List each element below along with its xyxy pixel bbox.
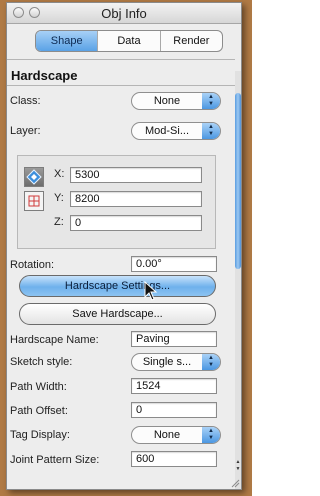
vertical-scrollbar[interactable]: ▲ ▼: [235, 71, 241, 489]
path-width-label: Path Width:: [10, 381, 67, 393]
path-width-value: 1524: [136, 380, 161, 392]
divider: [7, 59, 235, 60]
window-title: Obj Info: [101, 6, 147, 21]
title-bar[interactable]: Obj Info: [7, 3, 241, 24]
scroll-arrows-icon[interactable]: ▲ ▼: [235, 459, 241, 473]
layer-label: Layer:: [10, 125, 41, 137]
z-value: 0: [75, 217, 82, 229]
path-width-field[interactable]: 1524: [131, 378, 217, 394]
y-value: 8200: [75, 193, 100, 205]
popup-arrows-icon: ▲ ▼: [202, 427, 220, 443]
hardscape-settings-button[interactable]: Hardscape Settings...: [19, 275, 216, 297]
center-locus-icon[interactable]: [24, 167, 44, 187]
joint-pattern-size-label: Joint Pattern Size:: [10, 454, 100, 466]
save-hardscape-button[interactable]: Save Hardscape...: [19, 303, 216, 325]
sketch-style-label: Sketch style:: [10, 356, 73, 368]
resize-grip-icon[interactable]: [231, 479, 240, 488]
mouse-pointer-icon: [144, 281, 158, 301]
tab-data[interactable]: Data: [97, 31, 159, 51]
path-offset-value: 0: [136, 404, 143, 416]
tab-render[interactable]: Render: [159, 31, 222, 51]
scrollbar-thumb[interactable]: [235, 93, 241, 269]
sketch-style-popup[interactable]: Single s... ▲ ▼: [131, 353, 221, 371]
tab-shape[interactable]: Shape: [36, 31, 98, 51]
class-label: Class:: [10, 95, 41, 107]
tab-bar: Shape Data Render: [35, 30, 223, 52]
x-label: X:: [54, 168, 65, 180]
path-offset-field[interactable]: 0: [131, 402, 217, 418]
class-popup-value: None: [153, 95, 181, 107]
tag-display-popup[interactable]: None ▲ ▼: [131, 426, 221, 444]
coordinates-panel: X: 5300 Y: 8200 Z: 0: [17, 155, 216, 249]
class-popup[interactable]: None ▲ ▼: [131, 92, 221, 110]
tag-display-popup-value: None: [153, 429, 181, 441]
z-label: Z:: [54, 216, 64, 228]
rotation-field[interactable]: 0.00°: [131, 256, 217, 272]
divider: [7, 85, 235, 86]
bounding-box-locus-icon[interactable]: [24, 191, 44, 211]
y-field[interactable]: 8200: [70, 191, 202, 207]
path-offset-label: Path Offset:: [10, 405, 68, 417]
rotation-label: Rotation:: [10, 259, 55, 271]
popup-arrows-icon: ▲ ▼: [202, 354, 220, 370]
z-field[interactable]: 0: [70, 215, 202, 231]
hardscape-name-field[interactable]: Paving: [131, 331, 217, 347]
x-field[interactable]: 5300: [70, 167, 202, 183]
sketch-style-popup-value: Single s...: [142, 356, 192, 368]
x-value: 5300: [75, 169, 100, 181]
layer-popup-value: Mod-Si...: [144, 125, 189, 137]
hardscape-name-label: Hardscape Name:: [10, 334, 99, 346]
y-label: Y:: [54, 192, 64, 204]
popup-arrows-icon: ▲ ▼: [202, 93, 220, 109]
tag-display-label: Tag Display:: [10, 429, 70, 441]
layer-popup[interactable]: Mod-Si... ▲ ▼: [131, 122, 221, 140]
rotation-value: 0.00°: [136, 258, 162, 270]
joint-pattern-size-value: 600: [136, 453, 155, 465]
obj-info-palette: Obj Info Shape Data Render Hardscape Cla…: [6, 2, 242, 490]
joint-pattern-size-field[interactable]: 600: [131, 451, 217, 467]
hardscape-name-value: Paving: [136, 333, 170, 345]
section-title: Hardscape: [11, 68, 78, 83]
popup-arrows-icon: ▲ ▼: [202, 123, 220, 139]
